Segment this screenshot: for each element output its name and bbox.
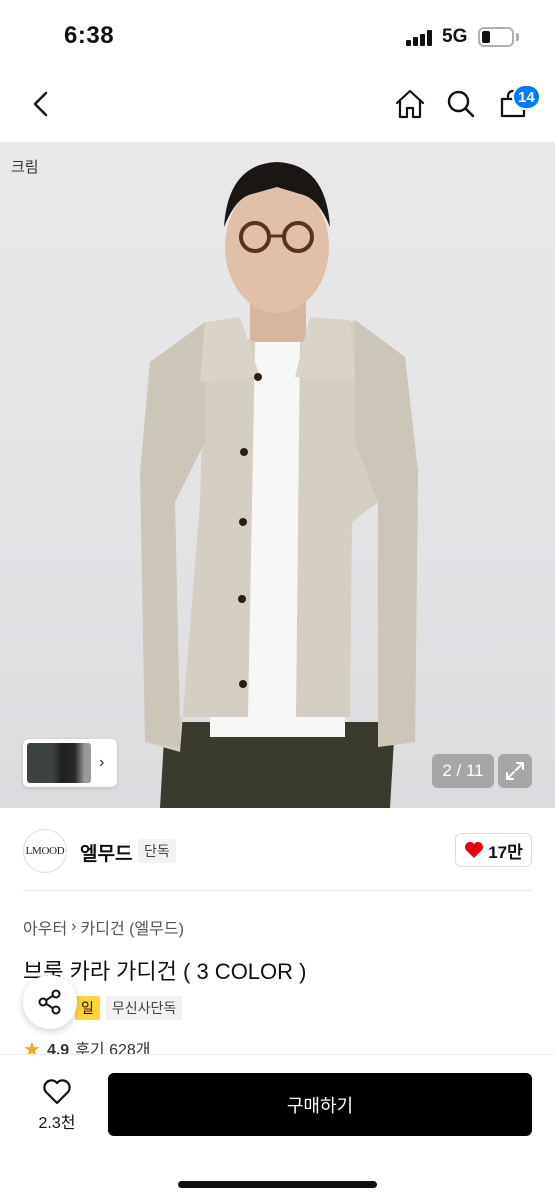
- signal-icon: [406, 30, 436, 46]
- brand-like-count: 17만: [488, 842, 523, 862]
- breadcrumb: 아우터 › 카디건 (엘무드): [23, 915, 184, 939]
- divider: [23, 890, 532, 891]
- heart-outline-icon: [43, 1078, 71, 1104]
- brand-name[interactable]: 엘무드: [80, 839, 132, 866]
- wish-count: 2.3천: [38, 1114, 76, 1132]
- review-count[interactable]: 후기 628개: [75, 1040, 150, 1054]
- status-bar: 6:38 5G: [0, 0, 555, 70]
- brand-row: LMOOD 엘무드 단독 17만: [0, 808, 555, 892]
- expand-icon: [506, 762, 524, 780]
- battery-fill: [482, 31, 490, 43]
- share-icon: [38, 989, 61, 1015]
- page-counter: 2 / 11: [432, 754, 494, 788]
- battery-icon: [478, 27, 514, 47]
- brand-logo[interactable]: LMOOD: [23, 829, 67, 873]
- nav-bar: [0, 70, 555, 142]
- rating-row: ★ 4.9 후기 628개: [0, 1040, 555, 1054]
- cart-count-badge: 14: [512, 84, 541, 110]
- home-indicator: [178, 1181, 377, 1188]
- buy-button[interactable]: 구매하기: [108, 1073, 532, 1136]
- thumbnail-image: [27, 743, 91, 783]
- color-label: 크림: [11, 159, 39, 176]
- rating-value: 4.9: [46, 1042, 70, 1054]
- chevron-right-icon: ›: [99, 754, 105, 771]
- heart-icon: [465, 842, 484, 858]
- breadcrumb-separator-icon: ›: [71, 918, 77, 935]
- wish-button[interactable]: 2.3천: [25, 1073, 89, 1137]
- search-button[interactable]: [441, 84, 481, 124]
- battery-cap: [516, 33, 519, 41]
- expand-button[interactable]: [498, 754, 532, 788]
- badge-exclusive: 무신사단독: [105, 996, 183, 1020]
- network-label: 5G: [442, 26, 468, 47]
- home-icon: [395, 89, 425, 119]
- share-button[interactable]: [23, 975, 77, 1029]
- breadcrumb-item[interactable]: 카디건 (엘무드): [81, 915, 184, 939]
- home-button[interactable]: [390, 84, 430, 124]
- breadcrumb-item[interactable]: 아우터: [23, 915, 67, 939]
- chevron-left-icon: [33, 91, 48, 117]
- thumbnail-strip[interactable]: ›: [23, 739, 117, 787]
- back-button[interactable]: [22, 84, 62, 124]
- star-icon: ★: [23, 1040, 41, 1054]
- bottom-action-bar: 2.3천 구매하기: [0, 1054, 555, 1200]
- search-icon: [447, 90, 475, 118]
- badge-yellow: 일: [75, 996, 100, 1020]
- product-image-gallery[interactable]: 크림 › 2 / 11: [0, 142, 555, 808]
- brand-like-button[interactable]: 17만: [455, 833, 532, 867]
- product-photo: [140, 162, 418, 808]
- status-time: 6:38: [64, 22, 115, 49]
- brand-exclusive-tag: 단독: [138, 839, 176, 863]
